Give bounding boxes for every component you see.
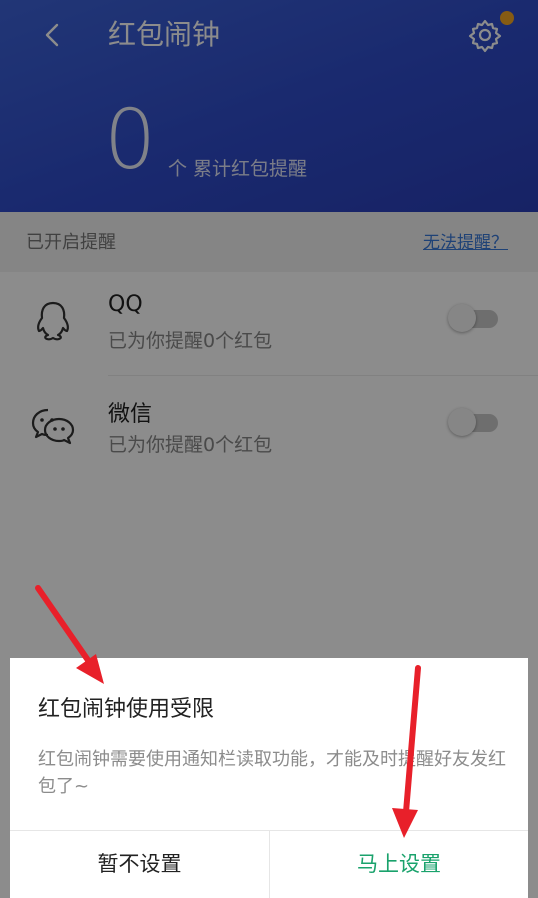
dialog-message: 红包闹钟需要使用通知栏读取功能，才能及时提醒好友发红包了~ xyxy=(38,749,506,797)
set-now-button[interactable]: 马上设置 xyxy=(270,830,528,898)
permission-dialog: 红包闹钟使用受限 红包闹钟需要使用通知栏读取功能，才能及时提醒好友发红包了~ 暂… xyxy=(10,658,528,898)
dialog-title: 红包闹钟使用受限 xyxy=(38,697,215,722)
not-now-button[interactable]: 暂不设置 xyxy=(10,830,269,898)
